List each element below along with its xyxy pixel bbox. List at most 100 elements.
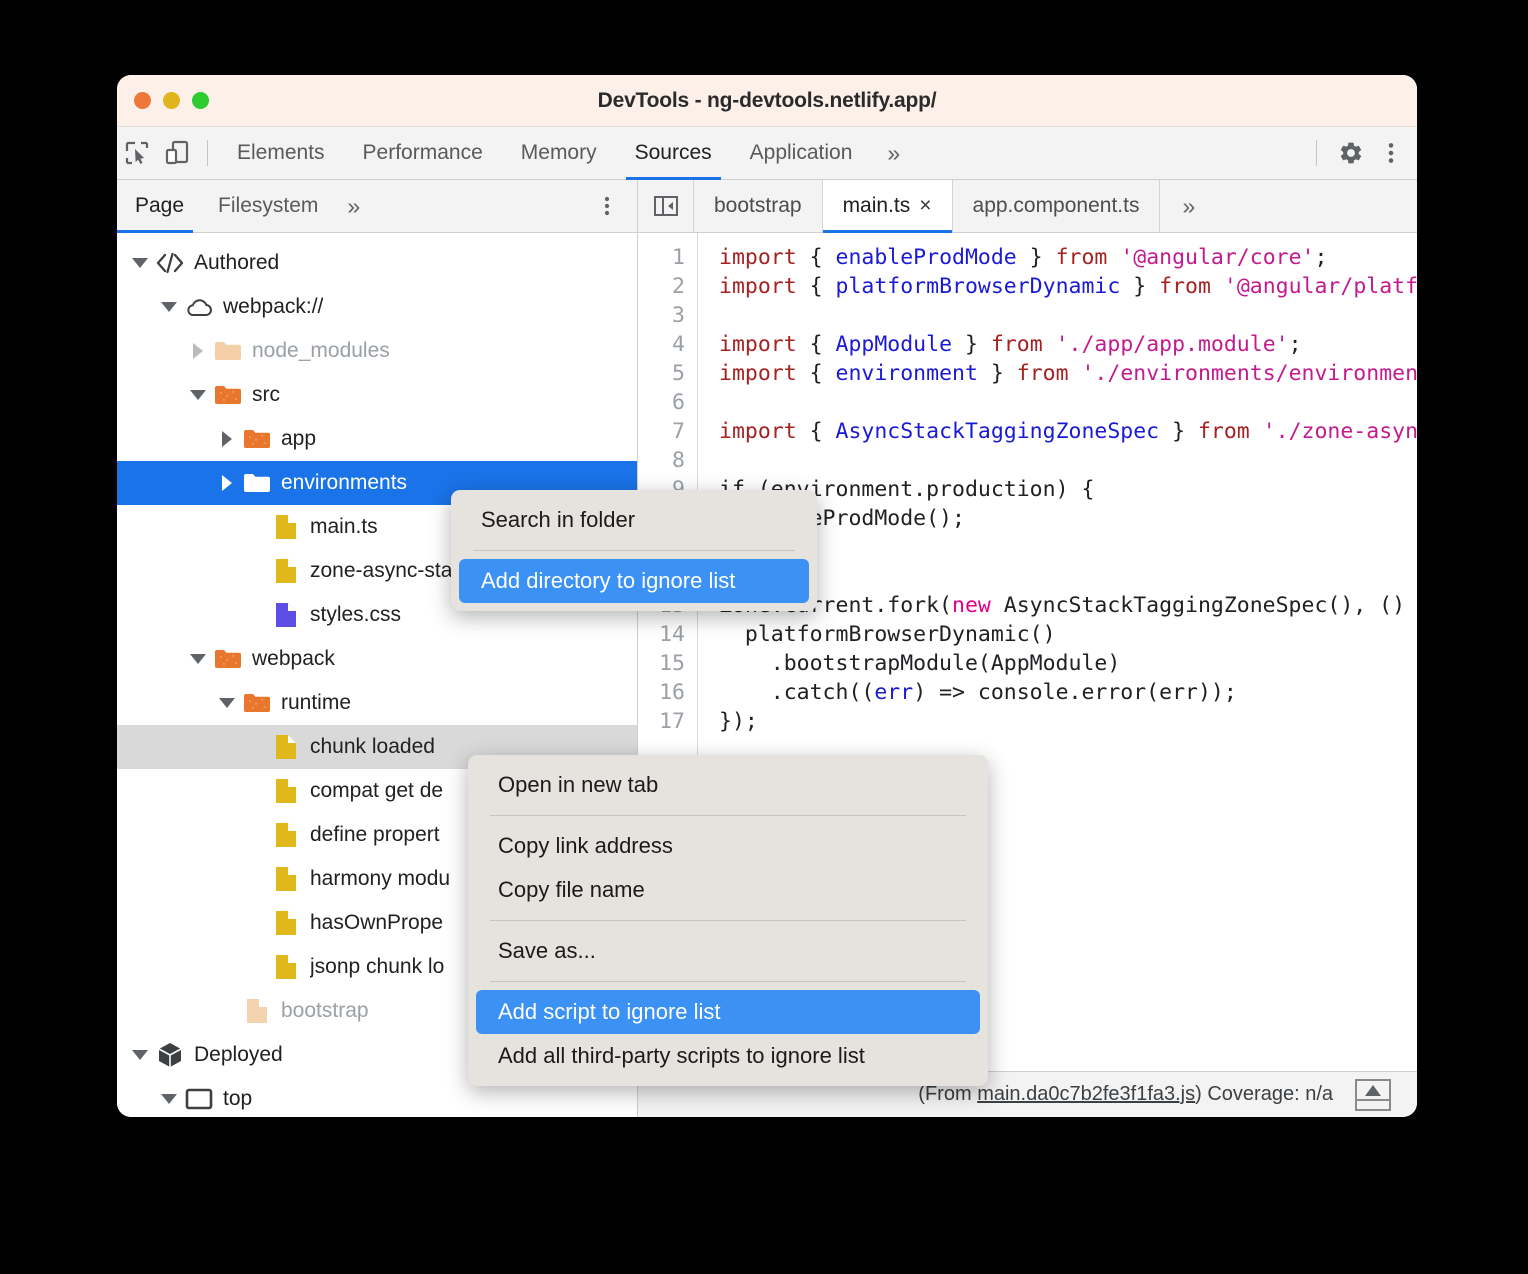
tree-row[interactable]: runtime — [117, 681, 637, 725]
close-icon[interactable]: × — [919, 194, 931, 218]
editor-tab-label: app.component.ts — [973, 194, 1140, 218]
code-token: platformBrowserDynamic() — [719, 622, 1056, 647]
tree-row-label: webpack — [252, 647, 335, 671]
tab-performance[interactable]: Performance — [344, 127, 502, 179]
tree-row-label: environments — [281, 471, 407, 495]
menu-item-add-directory-to-ignore-list[interactable]: Add directory to ignore list — [459, 559, 809, 603]
code-token: AsyncStackTaggingZoneSpec — [836, 419, 1160, 444]
zoom-window-button[interactable] — [192, 92, 209, 109]
menu-item-open-in-new-tab[interactable]: Open in new tab — [476, 763, 980, 807]
tab-elements[interactable]: Elements — [218, 127, 344, 179]
menu-item-copy-file-name[interactable]: Copy file name — [476, 868, 980, 912]
editor-tab-bar: bootstrap main.ts × app.component.ts » — [638, 180, 1417, 233]
from-suffix: ) — [1195, 1083, 1202, 1105]
chevron-right-icon[interactable] — [214, 475, 240, 491]
chevron-down-icon[interactable] — [214, 698, 240, 708]
code-token: ; — [1289, 332, 1302, 357]
menu-item-add-script-to-ignore-list[interactable]: Add script to ignore list — [476, 990, 980, 1034]
source-map-link[interactable]: main.da0c7b2fe3f1fa3.js — [977, 1083, 1195, 1105]
inspect-element-icon[interactable] — [117, 133, 157, 173]
more-navigator-tabs-icon[interactable]: » — [335, 180, 372, 232]
chevron-right-icon[interactable] — [214, 431, 240, 447]
code-token: '@angular/core' — [1120, 245, 1314, 270]
code-token: ) { — [1056, 477, 1095, 502]
more-editor-tabs-icon[interactable]: » — [1160, 180, 1217, 232]
code-token: } — [1159, 419, 1198, 444]
frame-icon — [182, 1087, 216, 1111]
menu-item-save-as[interactable]: Save as... — [476, 929, 980, 973]
minimize-window-button[interactable] — [163, 92, 180, 109]
chevron-down-icon[interactable] — [185, 390, 211, 400]
folder-icon — [240, 428, 274, 450]
more-vertical-icon[interactable] — [1371, 133, 1411, 173]
file-js-icon — [269, 777, 303, 805]
chevron-right-icon[interactable] — [185, 343, 211, 359]
tree-row-label: runtime — [281, 691, 351, 715]
chevron-down-icon[interactable] — [127, 1050, 153, 1060]
context-menu-file[interactable]: Open in new tab Copy link address Copy f… — [468, 755, 988, 1086]
tree-row-label: bootstrap — [281, 999, 369, 1023]
file-js-icon — [269, 557, 303, 585]
tree-row-label: Deployed — [194, 1043, 283, 1067]
gear-icon[interactable] — [1331, 133, 1371, 173]
tab-memory[interactable]: Memory — [502, 127, 616, 179]
tree-row[interactable]: node_modules — [117, 329, 637, 373]
nav-tab-filesystem[interactable]: Filesystem — [201, 180, 335, 232]
nav-tab-page[interactable]: Page — [117, 180, 201, 232]
tab-sources[interactable]: Sources — [616, 127, 731, 179]
tree-row-label: chunk loaded — [310, 735, 435, 759]
device-toolbar-icon[interactable] — [157, 133, 197, 173]
code-line: platformBrowserDynamic() — [719, 620, 1417, 649]
chevron-down-icon[interactable] — [127, 258, 153, 268]
tree-row[interactable]: src — [117, 373, 637, 417]
file-js-icon — [269, 513, 303, 541]
panel-tab-list: Elements Performance Memory Sources Appl… — [218, 127, 916, 179]
code-token — [1107, 245, 1120, 270]
code-brackets-icon — [153, 251, 187, 275]
line-number: 16 — [638, 678, 697, 707]
context-menu-folder[interactable]: Search in folder Add directory to ignore… — [451, 490, 817, 611]
line-number: 17 — [638, 707, 697, 736]
tree-row[interactable]: webpack:// — [117, 285, 637, 329]
editor-tab-main-ts[interactable]: main.ts × — [823, 180, 953, 232]
more-panels-icon[interactable]: » — [871, 127, 916, 179]
chevron-down-icon[interactable] — [185, 654, 211, 664]
code-token: './zone-async-stack-tagging' — [1263, 419, 1417, 444]
code-token: err — [874, 680, 913, 705]
code-token: from — [1017, 361, 1069, 386]
tree-row[interactable]: Authored — [117, 241, 637, 285]
chevron-down-icon[interactable] — [156, 1094, 182, 1104]
code-token: .catch(( — [719, 680, 874, 705]
code-line: Zone.current.fork(new AsyncStackTaggingZ… — [719, 591, 1417, 620]
tree-row-label: harmony modu — [310, 867, 450, 891]
folder-icon — [211, 384, 245, 406]
line-number: 14 — [638, 620, 697, 649]
line-number: 2 — [638, 272, 697, 301]
code-token: './app/app.module' — [1056, 332, 1289, 357]
editor-tab-bootstrap[interactable]: bootstrap — [694, 180, 823, 232]
navigator-more-options-icon[interactable] — [577, 180, 637, 232]
code-line: }); — [719, 707, 1417, 736]
code-token — [1250, 419, 1263, 444]
from-prefix: (From — [918, 1083, 977, 1105]
code-token: } — [952, 332, 991, 357]
jump-to-top-icon[interactable] — [1355, 1079, 1391, 1111]
code-line: .catch((err) => console.error(err)); — [719, 678, 1417, 707]
code-token: from — [1198, 419, 1250, 444]
code-token — [1069, 361, 1082, 386]
close-window-button[interactable] — [134, 92, 151, 109]
tab-application[interactable]: Application — [731, 127, 872, 179]
tree-row[interactable]: webpack — [117, 637, 637, 681]
devtools-window: DevTools - ng-devtools.netlify.app/ Elem… — [117, 75, 1417, 1117]
chevron-down-icon[interactable] — [156, 302, 182, 312]
menu-item-copy-link-address[interactable]: Copy link address — [476, 824, 980, 868]
menu-item-search-in-folder[interactable]: Search in folder — [459, 498, 809, 542]
tree-row-label: main.ts — [310, 515, 378, 539]
source-origin-text: (From main.da0c7b2fe3f1fa3.js) Coverage:… — [918, 1083, 1333, 1106]
collapse-sidebar-icon[interactable] — [638, 180, 694, 232]
editor-tab-app-component-ts[interactable]: app.component.ts — [953, 180, 1161, 232]
tree-row-label: hasOwnPrope — [310, 911, 443, 935]
tree-row[interactable]: app — [117, 417, 637, 461]
file-faded-icon — [240, 997, 274, 1025]
menu-item-add-all-third-party-scripts-to-ignore-list[interactable]: Add all third-party scripts to ignore li… — [476, 1034, 980, 1078]
